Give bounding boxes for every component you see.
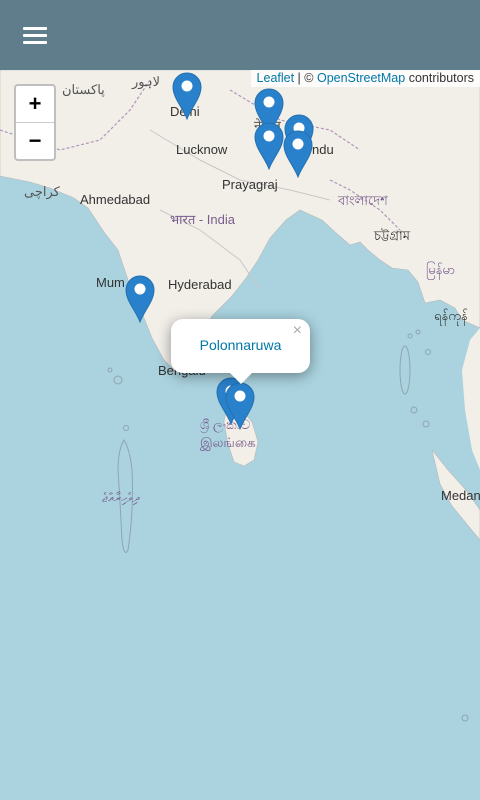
popup-place-link[interactable]: Polonnaruwa — [171, 337, 310, 353]
attribution-separator: | © — [294, 71, 317, 85]
label-india: भारत - India — [170, 212, 235, 227]
label-karachi: کراچی — [24, 184, 60, 199]
map-marker-pin-icon[interactable] — [225, 382, 255, 431]
attribution-suffix: contributors — [405, 71, 474, 85]
leaflet-link[interactable]: Leaflet — [257, 71, 295, 85]
close-icon[interactable]: × — [293, 322, 302, 340]
label-bangladesh: বাংলাদেশ — [338, 193, 388, 208]
map-marker-pin-icon[interactable] — [172, 72, 202, 121]
map-attribution: Leaflet | © OpenStreetMap contributors — [250, 70, 480, 87]
hamburger-menu-icon[interactable] — [14, 19, 56, 51]
zoom-control: + − — [14, 84, 56, 161]
label-ahmedabad: Ahmedabad — [80, 192, 151, 207]
label-lahore: لاہور — [132, 74, 161, 89]
label-kathmandu: ndu — [312, 142, 334, 157]
map-marker-pin-icon[interactable] — [125, 275, 155, 324]
map-marker-pin-icon[interactable] — [283, 130, 313, 179]
label-maldives: ދިވެހިރާއްޖެ — [102, 490, 140, 505]
label-medan: Medan — [441, 488, 480, 503]
map-view[interactable]: Leaflet | © OpenStreetMap contributors +… — [0, 70, 480, 800]
label-sri-lanka-tamil: இலங்கை — [200, 435, 256, 450]
marker-popup: Polonnaruwa × — [171, 319, 310, 384]
zoom-in-button[interactable]: + — [16, 86, 54, 123]
label-pakistan: پاکستان — [62, 82, 105, 97]
app-bar — [0, 0, 480, 70]
map-marker-pin-icon[interactable] — [254, 122, 284, 171]
popup-tip — [229, 372, 253, 384]
label-hyderabad: Hyderabad — [168, 277, 232, 292]
zoom-out-button[interactable]: − — [16, 123, 54, 159]
label-yangon: ရန်ကုန် — [434, 308, 468, 323]
label-myanmar: မြန်မာ — [426, 262, 456, 277]
label-lucknow: Lucknow — [176, 142, 228, 157]
openstreetmap-link[interactable]: OpenStreetMap — [317, 71, 405, 85]
label-mumbai: Mum — [96, 275, 125, 290]
label-prayagraj: Prayagraj — [222, 177, 278, 192]
label-chittagong: চট্টগ্রাম — [374, 228, 410, 243]
